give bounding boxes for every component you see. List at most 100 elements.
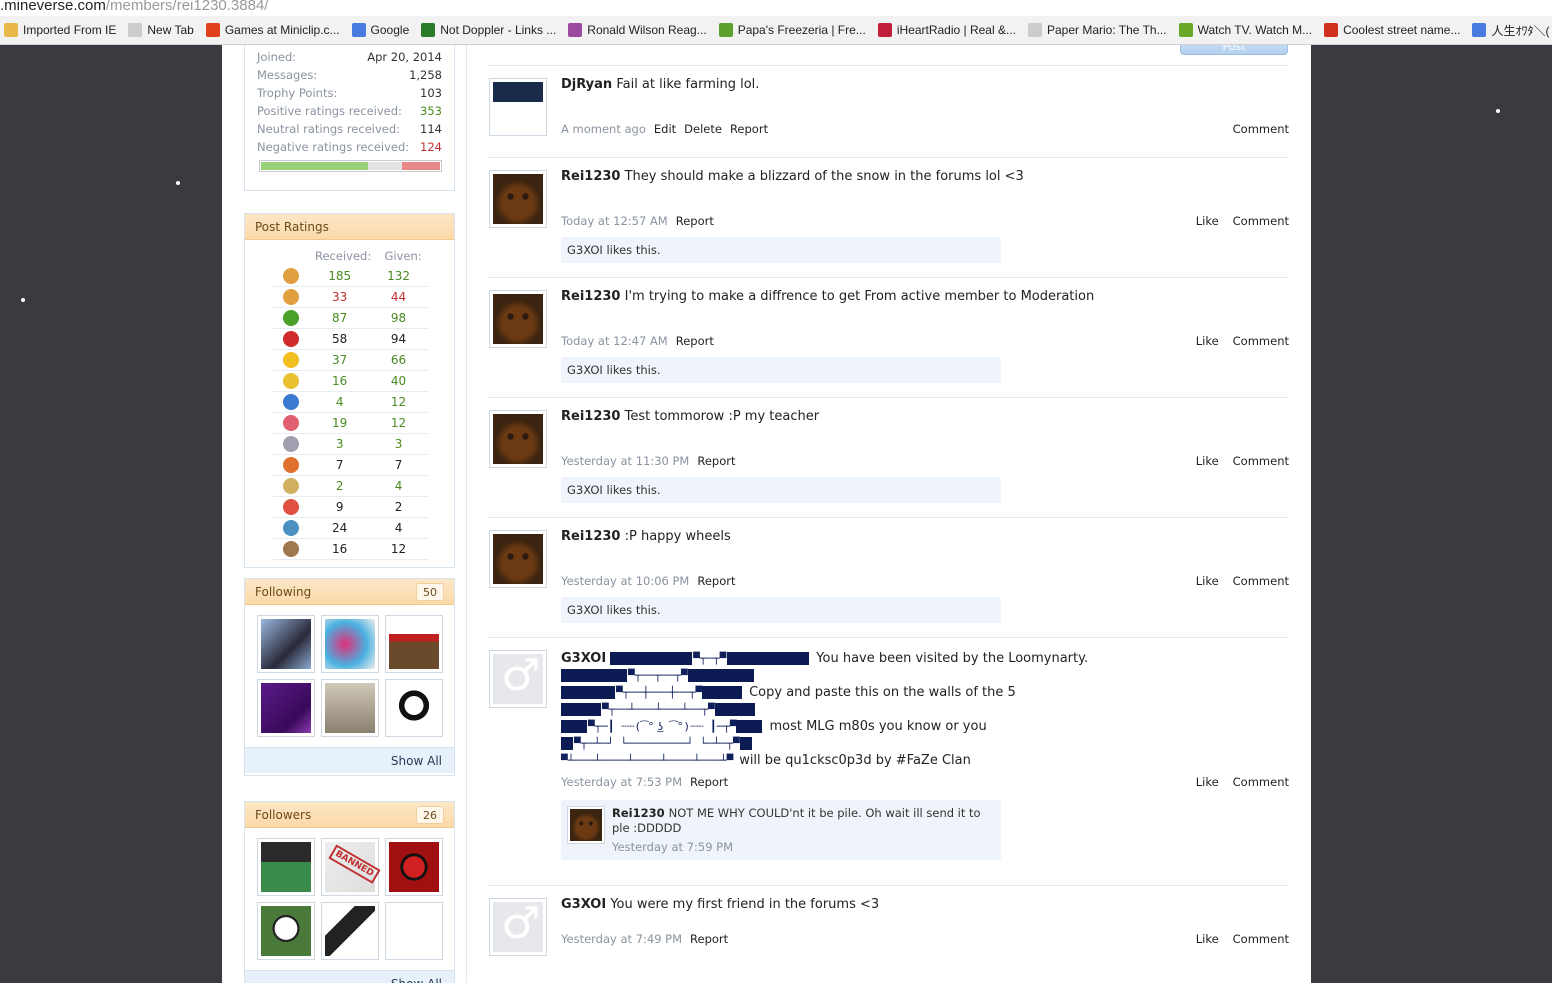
rating-given[interactable]: 12 [369, 416, 428, 430]
trophy-value[interactable]: 103 [420, 84, 442, 102]
address-bar[interactable]: .mineverse.com/members/rei1230.3884/ [0, 0, 1552, 16]
rating-given[interactable]: 7 [369, 458, 428, 472]
rating-given[interactable]: 2 [369, 500, 428, 514]
like-link[interactable]: Like [1196, 214, 1219, 228]
following-avatar-1[interactable] [257, 615, 315, 673]
post-time[interactable]: Today at 12:57 AM [561, 214, 668, 228]
rating-received[interactable]: 33 [310, 290, 369, 304]
likes-summary[interactable]: G3XOI likes this. [561, 237, 1001, 263]
rating-received[interactable]: 37 [310, 353, 369, 367]
report-link[interactable]: Report [676, 334, 714, 348]
rating-given[interactable]: 66 [369, 353, 428, 367]
rating-received[interactable]: 16 [310, 374, 369, 388]
post-avatar[interactable] [489, 78, 547, 136]
bookmark-item[interactable]: Ronald Wilson Reag... [564, 19, 714, 41]
following-avatar-3[interactable] [385, 615, 443, 673]
like-link[interactable]: Like [1196, 775, 1219, 789]
following-avatar-2[interactable] [321, 615, 379, 673]
rating-received[interactable]: 9 [310, 500, 369, 514]
bookmark-item[interactable]: Games at Miniclip.c... [202, 19, 348, 41]
post-author[interactable]: Rei1230 [561, 529, 620, 544]
post-author[interactable]: Rei1230 [561, 409, 620, 424]
followers-title[interactable]: Followers 26 [245, 802, 454, 828]
like-link[interactable]: Like [1196, 334, 1219, 348]
report-link[interactable]: Report [690, 932, 728, 946]
reply-avatar[interactable] [567, 806, 605, 844]
post-avatar[interactable] [489, 530, 547, 588]
post-time[interactable]: Today at 12:47 AM [561, 334, 668, 348]
post-author[interactable]: Rei1230 [561, 169, 620, 184]
rating-received[interactable]: 16 [310, 542, 369, 556]
rating-received[interactable]: 4 [310, 395, 369, 409]
rating-received[interactable]: 2 [310, 479, 369, 493]
following-avatar-4[interactable] [257, 679, 315, 737]
post-author[interactable]: G3XOI [561, 650, 606, 667]
rating-given[interactable]: 4 [369, 479, 428, 493]
follower-avatar-2[interactable]: BANNED [321, 838, 381, 896]
follower-avatar-4[interactable] [257, 902, 315, 960]
report-link[interactable]: Report [676, 214, 714, 228]
comment-link[interactable]: Comment [1233, 122, 1289, 136]
comment-link[interactable]: Comment [1233, 932, 1289, 946]
rating-received[interactable]: 185 [310, 269, 369, 283]
reply-author[interactable]: Rei1230 [612, 806, 665, 820]
report-link[interactable]: Report [697, 454, 735, 468]
like-link[interactable]: Like [1196, 454, 1219, 468]
post-time[interactable]: Yesterday at 7:53 PM [561, 775, 682, 789]
post-button[interactable]: Post [1180, 45, 1288, 55]
rating-given[interactable]: 132 [369, 269, 428, 283]
post-time[interactable]: Yesterday at 7:49 PM [561, 932, 682, 946]
rating-given[interactable]: 3 [369, 437, 428, 451]
post-author[interactable]: G3XOI [561, 897, 606, 912]
post-time[interactable]: A moment ago [561, 122, 646, 136]
post-avatar[interactable] [489, 170, 547, 228]
report-link[interactable]: Report [730, 122, 768, 136]
rating-received[interactable]: 87 [310, 311, 369, 325]
likes-summary[interactable]: G3XOI likes this. [561, 597, 1001, 623]
report-link[interactable]: Report [690, 775, 728, 789]
rating-given[interactable]: 4 [369, 521, 428, 535]
rating-given[interactable]: 40 [369, 374, 428, 388]
rating-given[interactable]: 12 [369, 395, 428, 409]
likes-summary[interactable]: G3XOI likes this. [561, 477, 1001, 503]
bookmark-item[interactable]: New Tab [124, 19, 201, 41]
following-avatar-5[interactable] [321, 679, 379, 737]
bookmark-item[interactable]: Papa's Freezeria | Fre... [715, 19, 874, 41]
bookmark-item[interactable]: 人生ｵﾜﾀ＼( [1468, 19, 1552, 41]
following-title[interactable]: Following 50 [245, 579, 454, 605]
follower-avatar-3[interactable] [385, 838, 443, 896]
post-avatar[interactable] [489, 290, 547, 348]
bookmark-item[interactable]: Watch TV. Watch M... [1175, 19, 1320, 41]
follower-avatar-1[interactable] [257, 838, 315, 896]
reply-time[interactable]: Yesterday at 7:59 PM [612, 840, 733, 854]
likes-summary[interactable]: G3XOI likes this. [561, 357, 1001, 383]
comment-link[interactable]: Comment [1233, 214, 1289, 228]
rating-received[interactable]: 7 [310, 458, 369, 472]
post-avatar[interactable] [489, 898, 547, 956]
bookmark-item[interactable]: Imported From IE [0, 19, 124, 41]
comment-link[interactable]: Comment [1233, 775, 1289, 789]
comment-link[interactable]: Comment [1233, 334, 1289, 348]
following-show-all-link[interactable]: Show All [245, 747, 454, 773]
bookmark-item[interactable]: Paper Mario: The Th... [1024, 19, 1175, 41]
rating-given[interactable]: 98 [369, 311, 428, 325]
following-avatar-6[interactable] [385, 679, 443, 737]
delete-link[interactable]: Delete [684, 122, 722, 136]
rating-received[interactable]: 24 [310, 521, 369, 535]
rating-given[interactable]: 44 [369, 290, 428, 304]
like-link[interactable]: Like [1196, 574, 1219, 588]
post-time[interactable]: Yesterday at 10:06 PM [561, 574, 689, 588]
messages-value[interactable]: 1,258 [409, 66, 442, 84]
follower-avatar-6[interactable] [385, 902, 443, 960]
rating-given[interactable]: 94 [369, 332, 428, 346]
bookmark-item[interactable]: Not Doppler - Links ... [417, 19, 564, 41]
edit-link[interactable]: Edit [654, 122, 676, 136]
post-author[interactable]: DjRyan [561, 77, 612, 92]
followers-show-all-link[interactable]: Show All [245, 970, 454, 983]
follower-avatar-5[interactable] [321, 902, 379, 960]
post-time[interactable]: Yesterday at 11:30 PM [561, 454, 689, 468]
bookmark-item[interactable]: Coolest street name... [1320, 19, 1468, 41]
like-link[interactable]: Like [1196, 932, 1219, 946]
post-avatar[interactable] [489, 650, 547, 708]
comment-link[interactable]: Comment [1233, 574, 1289, 588]
